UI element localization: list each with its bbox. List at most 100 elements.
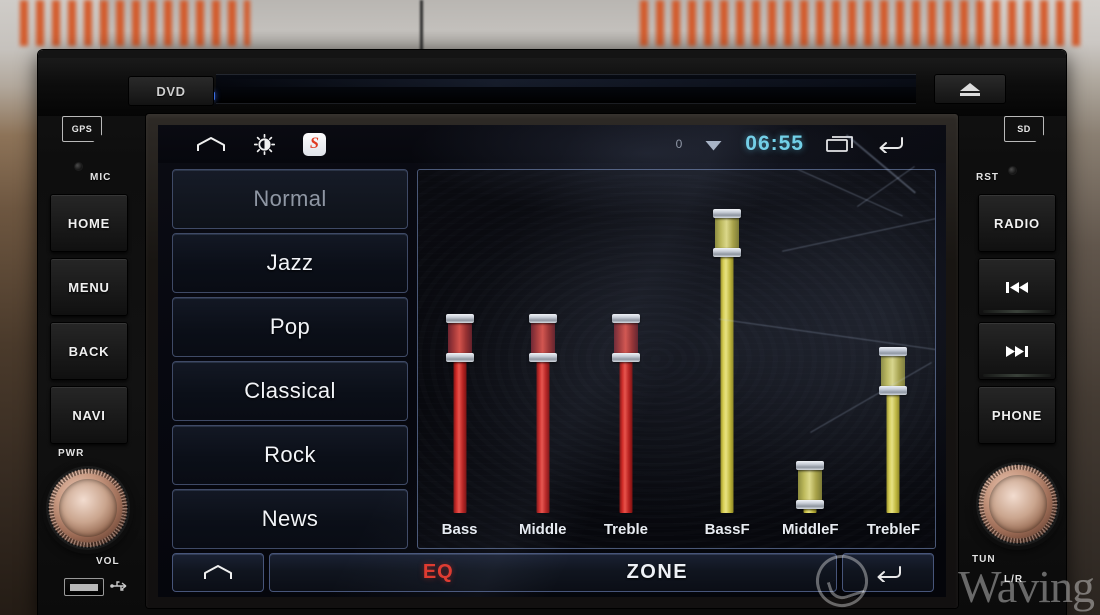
home-icon [204,565,232,579]
slider-cap-bottom [796,500,825,509]
lcd-screen[interactable]: S 0 06:55 Normal Jazz Pop Classical Rock… [158,125,946,597]
preset-normal[interactable]: Normal [172,169,408,229]
slider-handle[interactable] [798,466,823,504]
usb-icon [110,581,127,591]
eq-slider-treble[interactable]: Treble [584,170,667,548]
slider-fill [453,352,467,513]
navi-hard-button[interactable]: NAVI [50,386,128,444]
eq-bottom-tabbar: EQ ZONE [158,553,946,597]
lr-label: L/R [1004,574,1024,585]
eq-slider-bassf[interactable]: BassF [686,170,769,548]
slider-track[interactable] [879,347,908,513]
slider-handle[interactable] [881,352,906,390]
slider-track[interactable] [611,314,640,513]
slider-track[interactable] [528,314,557,513]
slider-cap-top [611,314,640,323]
slider-track[interactable] [713,209,742,513]
rst-label: RST [976,172,999,183]
tab-eq-zone[interactable]: EQ ZONE [269,553,837,592]
previous-track-button[interactable] [978,258,1056,316]
disc-slot-row: DVD [38,58,1066,116]
preset-rock[interactable]: Rock [172,425,408,485]
knob-ridges [978,464,1058,544]
mic-label: MIC [90,172,112,183]
back-arrow-icon[interactable] [876,135,904,153]
slider-handle[interactable] [447,319,472,357]
slider-cap-bottom [611,353,640,362]
left-control-panel: GPS MIC HOME MENU BACK NAVI PWR VOL [38,116,134,615]
preset-jazz[interactable]: Jazz [172,233,408,293]
next-track-button[interactable] [978,322,1056,380]
slider-handle[interactable] [530,319,555,357]
slider-track[interactable] [796,461,825,513]
slider-cap-top [528,314,557,323]
vol-label: VOL [96,556,120,567]
tab-eq-label[interactable]: EQ [423,561,454,584]
status-clock: 06:55 [745,132,804,155]
slider-fill [720,247,734,513]
volume-power-knob[interactable] [46,466,130,550]
eq-screen-content: Normal Jazz Pop Classical Rock News Bass… [158,163,946,553]
tuning-knob[interactable] [976,462,1060,546]
back-hard-button[interactable]: BACK [50,322,128,380]
slot-highlight [216,79,916,87]
usb-port[interactable] [64,578,104,596]
slider-cap-bottom [879,386,908,395]
home-hard-button[interactable]: HOME [50,194,128,252]
preset-classical[interactable]: Classical [172,361,408,421]
radio-hard-button[interactable]: RADIO [978,194,1056,252]
slider-cap-top [445,314,474,323]
background-banner-text-right [640,0,1080,46]
pwr-label: PWR [58,448,85,459]
slider-cap-top [796,461,825,470]
wifi-icon [705,140,722,150]
tab-home[interactable] [172,553,264,592]
slider-fill [886,385,900,513]
slider-label: Treble [603,521,649,538]
slider-fill [536,352,550,513]
slider-cap-top [879,347,908,356]
sd-slot[interactable]: SD [1004,116,1044,142]
disc-slot[interactable] [216,74,916,104]
slider-handle[interactable] [715,214,740,252]
slider-label: BassF [704,521,750,538]
dvd-label: DVD [128,76,214,106]
menu-hard-button[interactable]: MENU [50,258,128,316]
tab-back[interactable] [842,553,934,592]
eq-slider-treblef[interactable]: TrebleF [852,170,935,548]
slider-label: MiddleF [781,521,839,538]
eq-slider-middle[interactable]: Middle [501,170,584,548]
slider-cap-bottom [445,353,474,362]
gps-slot[interactable]: GPS [62,116,102,142]
preset-pop[interactable]: Pop [172,297,408,357]
right-control-panel: SD RST RADIO PHONE TUN L/R [970,116,1066,615]
phone-hard-button[interactable]: PHONE [978,386,1056,444]
eq-slider-middlef[interactable]: MiddleF [769,170,852,548]
sogou-input-icon[interactable]: S [303,132,326,156]
next-track-icon [1006,345,1028,357]
knob-ridges [48,468,128,548]
recent-apps-icon[interactable] [826,135,854,153]
slider-label: Middle [519,521,567,538]
reset-hole[interactable] [1008,166,1017,175]
slider-handle[interactable] [613,319,638,357]
previous-track-icon [1006,281,1028,293]
android-status-bar: S 0 06:55 [158,125,946,163]
background-seam [420,0,423,52]
slider-track[interactable] [445,314,474,513]
brightness-icon[interactable] [254,133,275,155]
car-stereo-head-unit: DVD GPS MIC HOME MENU BACK NAVI PWR VOL … [38,50,1066,615]
microphone-hole [74,162,83,171]
preset-news[interactable]: News [172,489,408,549]
tab-zone-label[interactable]: ZONE [627,561,689,584]
slider-label: TrebleF [866,521,921,538]
back-arrow-icon [877,565,901,582]
home-icon[interactable] [196,136,226,153]
eject-button[interactable] [934,74,1006,104]
notification-count: 0 [675,137,683,151]
slider-cap-bottom [713,248,742,257]
slider-cap-bottom [528,353,557,362]
eq-slider-bass[interactable]: Bass [418,170,501,548]
slider-cap-top [713,209,742,218]
eq-slider-group: Bass Middle Treble BassF MiddleF TrebleF [418,170,935,548]
